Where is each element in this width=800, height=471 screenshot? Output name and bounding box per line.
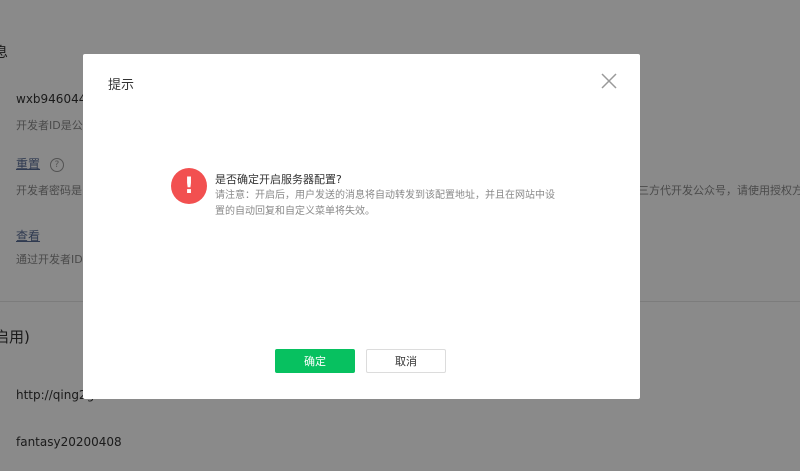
warning-icon: ! — [171, 168, 207, 204]
confirm-question: 是否确定开启服务器配置? — [215, 173, 342, 186]
confirm-button[interactable]: 确定 — [275, 349, 355, 373]
dialog-title: 提示 — [108, 78, 135, 93]
warning-text: 请注意：开启后，用户发送的消息将自动转发到该配置地址，并且在网站中设置的自动回复… — [215, 190, 555, 217]
cancel-button[interactable]: 取消 — [366, 349, 446, 373]
close-icon[interactable] — [600, 72, 618, 90]
confirm-dialog: 提示 ! 是否确定开启服务器配置? 请注意：开启后，用户发送的消息将自动转发到该… — [83, 54, 640, 399]
